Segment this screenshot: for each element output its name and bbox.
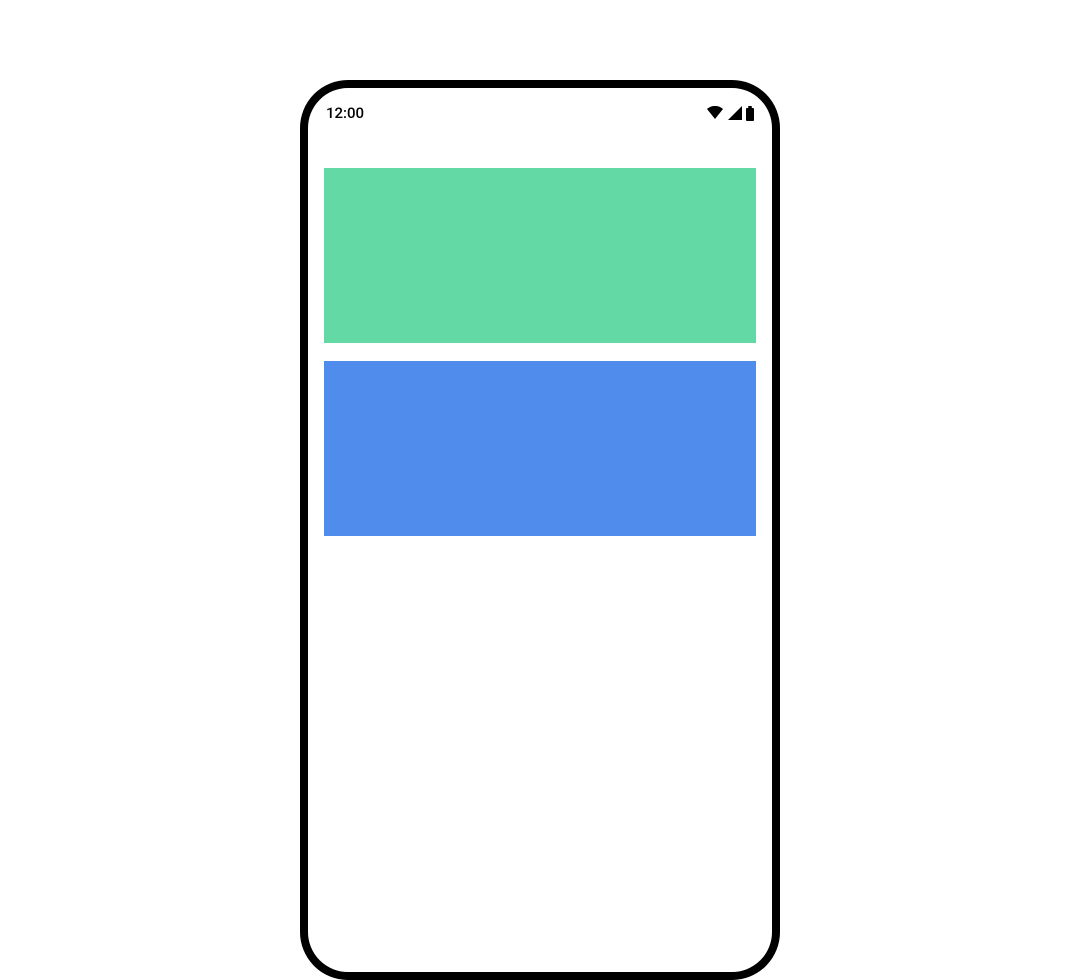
blue-block [324,361,756,536]
green-block [324,168,756,343]
wifi-icon [706,106,724,120]
status-time: 12:00 [326,104,364,122]
signal-icon [728,106,742,120]
status-icons [706,106,754,121]
phone-frame: 12:00 [300,80,780,980]
battery-icon [746,106,754,121]
content-area [308,128,772,536]
status-bar: 12:00 [308,88,772,128]
